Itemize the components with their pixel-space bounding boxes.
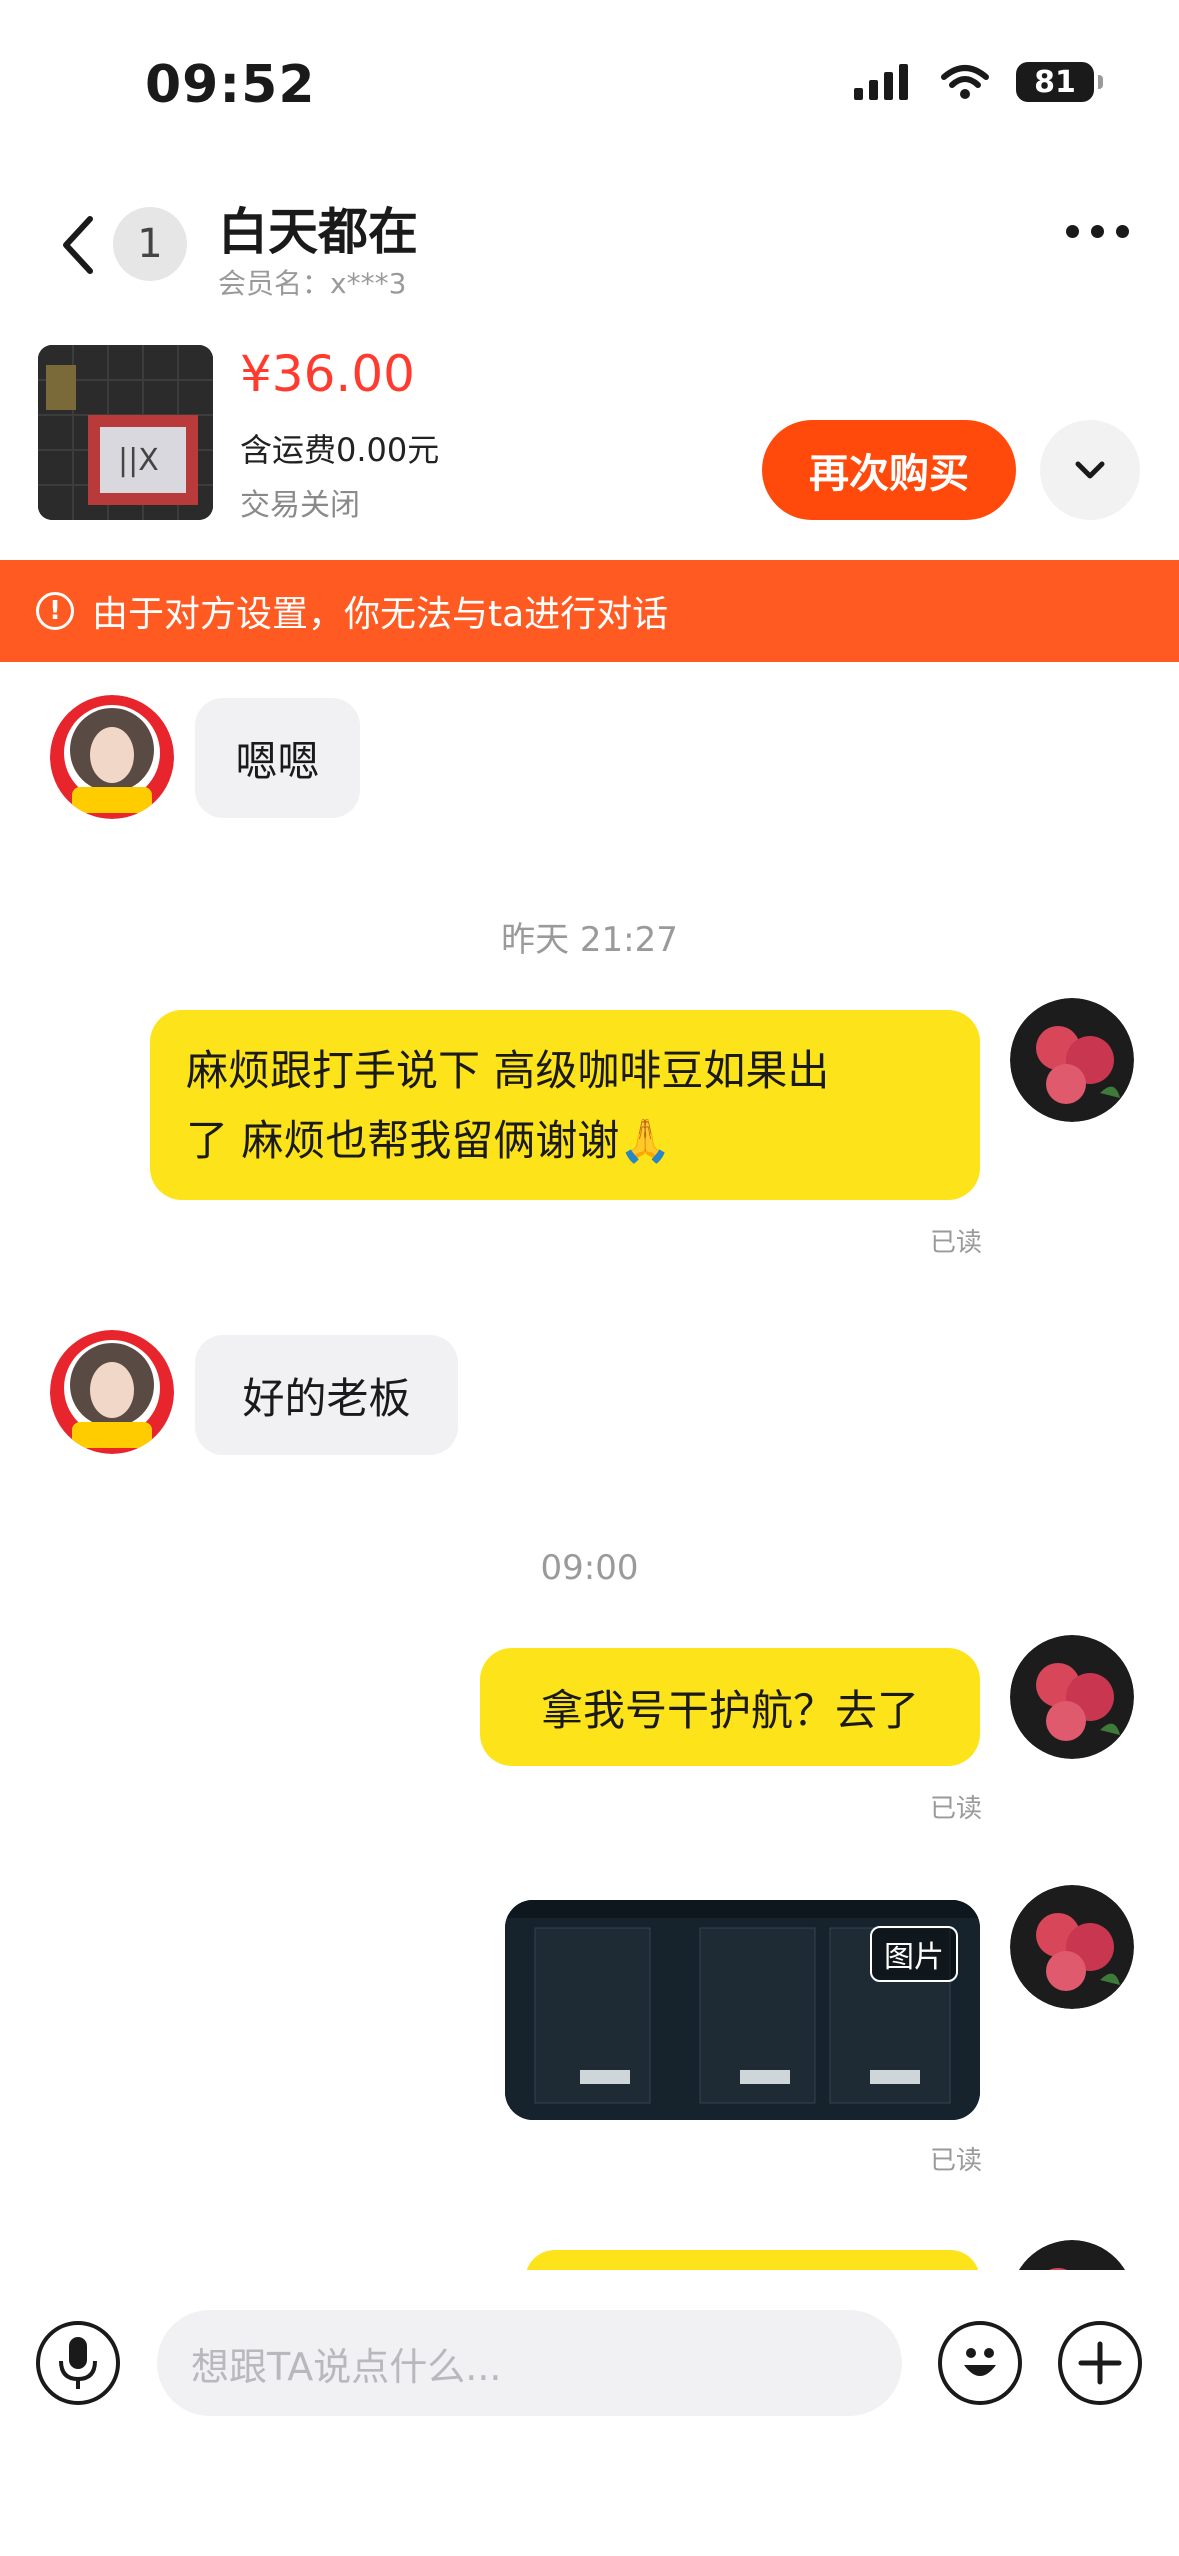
dot-icon xyxy=(1116,225,1129,238)
status-icons: 81 xyxy=(854,62,1103,102)
chevron-left-icon xyxy=(63,216,93,274)
product-price: ¥36.00 xyxy=(240,345,415,403)
signal-icon xyxy=(854,64,908,100)
voice-button[interactable] xyxy=(36,2321,120,2405)
contact-name: 白天都在 xyxy=(218,203,418,261)
read-status: 已读 xyxy=(930,1228,983,1258)
battery-indicator: 81 xyxy=(1016,62,1103,102)
read-status: 已读 xyxy=(930,2146,983,2176)
message-line: 了 麻烦也帮我留俩谢谢🙏 xyxy=(186,1116,672,1165)
dot-icon xyxy=(1066,225,1079,238)
plus-icon xyxy=(1078,2341,1122,2385)
expand-button[interactable] xyxy=(1040,420,1140,520)
message-bubble-self[interactable]: 拿我号干护航？去了 xyxy=(480,1648,980,1766)
my-avatar[interactable] xyxy=(1010,998,1134,1122)
back-button[interactable] xyxy=(50,205,110,285)
message-input[interactable]: 想跟TA说点什么... xyxy=(157,2310,902,2416)
message-bubble[interactable]: 嗯嗯 xyxy=(195,698,360,818)
add-button[interactable] xyxy=(1058,2321,1142,2405)
chevron-down-icon xyxy=(1075,461,1105,479)
message-line: 麻烦跟打手说下 高级咖啡豆如果出 xyxy=(186,1046,830,1095)
my-avatar[interactable] xyxy=(1010,1635,1134,1759)
warning-icon: ! xyxy=(36,592,74,630)
restriction-banner: ! 由于对方设置，你无法与ta进行对话 xyxy=(0,560,1179,662)
member-name: 会员名：x***3 xyxy=(218,267,407,300)
product-thumbnail[interactable]: ||X xyxy=(38,345,213,520)
smiley-icon xyxy=(964,2348,996,2376)
emoji-button[interactable] xyxy=(938,2321,1022,2405)
order-status: 交易关闭 xyxy=(240,488,360,523)
banner-text: 由于对方设置，你无法与ta进行对话 xyxy=(92,594,669,635)
timestamp: 昨天 21:27 xyxy=(501,920,678,960)
unread-count-badge[interactable]: 1 xyxy=(113,207,187,281)
seller-avatar[interactable] xyxy=(50,1330,174,1454)
image-tag: 图片 xyxy=(870,1926,958,1982)
message-bubble[interactable]: 好的老板 xyxy=(195,1335,458,1455)
more-options-button[interactable] xyxy=(1066,225,1129,238)
message-bubble-self[interactable]: 麻烦跟打手说下 高级咖啡豆如果出 了 麻烦也帮我留俩谢谢🙏 xyxy=(150,1010,980,1200)
status-time: 09:52 xyxy=(145,55,316,115)
svg-text:||X: ||X xyxy=(118,443,159,478)
product-image: ||X xyxy=(38,345,213,520)
wifi-icon xyxy=(941,65,989,99)
timestamp: 09:00 xyxy=(540,1548,639,1588)
rebuy-button[interactable]: 再次购买 xyxy=(762,420,1016,520)
read-status: 已读 xyxy=(930,1794,983,1824)
dot-icon xyxy=(1091,225,1104,238)
shipping-info: 含运费0.00元 xyxy=(240,431,440,469)
microphone-icon xyxy=(59,2337,97,2389)
seller-avatar[interactable] xyxy=(50,695,174,819)
image-message[interactable]: 图片 xyxy=(505,1900,980,2120)
my-avatar[interactable] xyxy=(1010,1885,1134,2009)
